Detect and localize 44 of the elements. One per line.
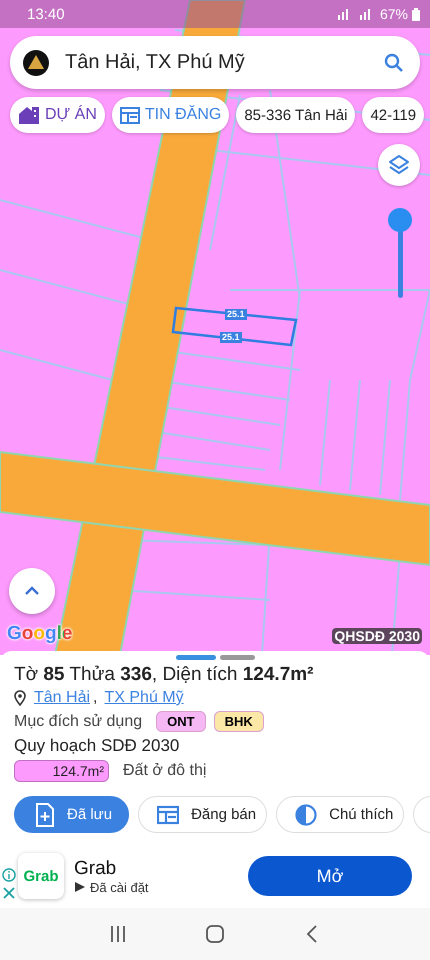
location-link[interactable]: TX Phú Mỹ: [104, 689, 184, 707]
search-field[interactable]: Tân Hải, TX Phú Mỹ: [10, 36, 420, 89]
info-icon: [2, 868, 16, 882]
app-name: Grab: [74, 858, 118, 880]
layers-icon: [388, 154, 410, 176]
chevron-up-icon: [24, 586, 40, 596]
open-button[interactable]: Mở: [248, 856, 412, 896]
land-use-name: Đất ở đô thị: [123, 762, 206, 780]
parcel-title: Tờ 85 Thửa 336, Diện tích 124.7m²: [14, 664, 314, 686]
action-button[interactable]: Đã lưu: [14, 796, 130, 833]
filter-chip[interactable]: 85-336 Tân Hải: [236, 97, 356, 133]
edge-length-label: 25.1: [220, 332, 242, 343]
building-icon: [18, 105, 40, 125]
action-button[interactable]: Đăng bán: [138, 796, 268, 833]
home-icon: [204, 924, 225, 944]
land-use-tag: BHK: [214, 711, 264, 732]
app-logo: Grab: [18, 853, 64, 899]
action-button[interactable]: Chú thích: [276, 796, 404, 833]
status-time: 13:40: [27, 6, 65, 22]
battery-percent: 67%: [380, 6, 408, 22]
play-store-icon: [74, 881, 86, 893]
filter-chip[interactable]: DỰ ÁN: [10, 97, 105, 133]
location-pin-icon: [14, 690, 26, 706]
plan-title: Quy hoạch SDĐ 2030: [14, 736, 180, 756]
app-logo-icon: [23, 50, 49, 76]
page-indicator[interactable]: [176, 655, 216, 660]
separator-text: ,: [93, 689, 98, 707]
opacity-slider[interactable]: [388, 208, 412, 300]
filter-chip[interactable]: TIN ĐĂNG: [112, 97, 230, 133]
edge-length-label: 25.1: [225, 309, 247, 320]
battery-icon: [412, 8, 420, 20]
area-swatch: 124.7m²: [14, 760, 109, 782]
search-icon: [384, 52, 404, 72]
layer-label: QHSDĐ 2030: [332, 628, 422, 644]
listing-icon: [157, 804, 180, 824]
land-use-tag: ONT: [156, 711, 206, 732]
contrast-icon: [295, 804, 318, 826]
listing-icon: [120, 106, 140, 124]
close-icon: [2, 886, 16, 900]
install-status: Đã cài đặt: [90, 880, 149, 894]
page-indicator[interactable]: [220, 655, 254, 660]
purpose-label: Mục đích sử dụng: [14, 712, 142, 730]
location-link[interactable]: Tân Hải: [34, 689, 90, 707]
file-plus-icon: [35, 802, 55, 826]
